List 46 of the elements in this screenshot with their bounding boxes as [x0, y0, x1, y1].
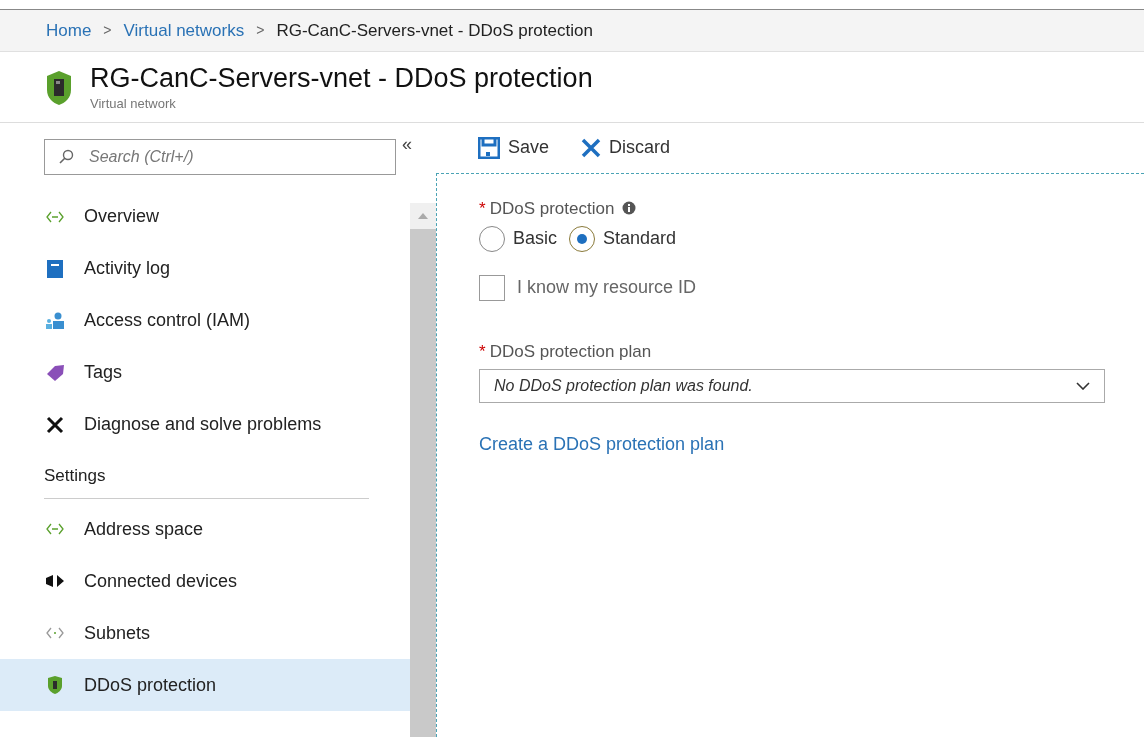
nav-item[interactable]: Subnets — [0, 607, 410, 659]
page-subtitle: Virtual network — [90, 95, 177, 113]
search-field[interactable]: Search (Ctrl+/) — [44, 138, 396, 175]
section-heading: Settings — [44, 462, 369, 499]
breadcrumb-separator: > — [103, 21, 112, 40]
breadcrumb-link[interactable]: Virtual networks — [123, 17, 245, 44]
save-button[interactable]: Save — [478, 134, 550, 161]
collapse-button[interactable]: « — [402, 130, 412, 158]
required-mark: * — [479, 197, 486, 220]
create-plan-link[interactable]: Create a DDoS protection plan — [479, 430, 1144, 458]
code-brackets-icon — [46, 210, 64, 223]
shield-icon — [46, 69, 72, 106]
required-mark: * — [479, 341, 486, 363]
scroll-up-icon[interactable] — [418, 212, 428, 219]
breadcrumb-separator: > — [256, 21, 265, 40]
search-icon — [58, 148, 74, 165]
field-label: DDoS protection plan — [489, 341, 652, 363]
nav-item[interactable]: Tags — [0, 346, 410, 399]
code-brackets-icon — [46, 523, 64, 535]
save-icon — [478, 136, 500, 159]
tag-icon — [45, 363, 65, 382]
nav-item[interactable]: Address space — [0, 503, 410, 555]
code-brackets-icon — [46, 627, 64, 639]
discard-button[interactable]: Discard — [581, 134, 671, 161]
log-icon — [46, 258, 64, 279]
checkbox[interactable] — [479, 274, 505, 301]
info-icon — [622, 201, 637, 216]
nav-item[interactable]: DDoS protection — [0, 659, 410, 711]
breadcrumb-link[interactable]: Home — [46, 17, 92, 44]
scrollbar[interactable] — [410, 202, 436, 737]
nav-item[interactable]: Access control (IAM) — [0, 294, 410, 347]
nav-item[interactable]: Overview — [0, 190, 410, 243]
nav-item[interactable]: Connected devices — [0, 555, 410, 607]
field-label: DDoS protection — [489, 197, 615, 220]
breadcrumb-current: RG-CanC-Servers-vnet - DDoS protection — [276, 19, 593, 42]
checkbox-label: I know my resource ID — [517, 276, 697, 299]
plan-dropdown[interactable]: No DDoS protection plan was found. — [479, 368, 1105, 403]
nav-item[interactable]: Diagnose and solve problems — [0, 398, 410, 451]
shield-icon — [47, 675, 63, 695]
page-title: RG-CanC-Servers-vnet - DDoS protection — [90, 62, 593, 94]
close-icon — [581, 137, 602, 158]
radio-option[interactable]: Standard — [569, 225, 677, 252]
people-icon — [45, 311, 65, 330]
radio-option[interactable]: Basic — [479, 225, 557, 252]
nav-item[interactable]: Activity log — [0, 242, 410, 295]
chevron-down-icon — [1076, 381, 1090, 390]
